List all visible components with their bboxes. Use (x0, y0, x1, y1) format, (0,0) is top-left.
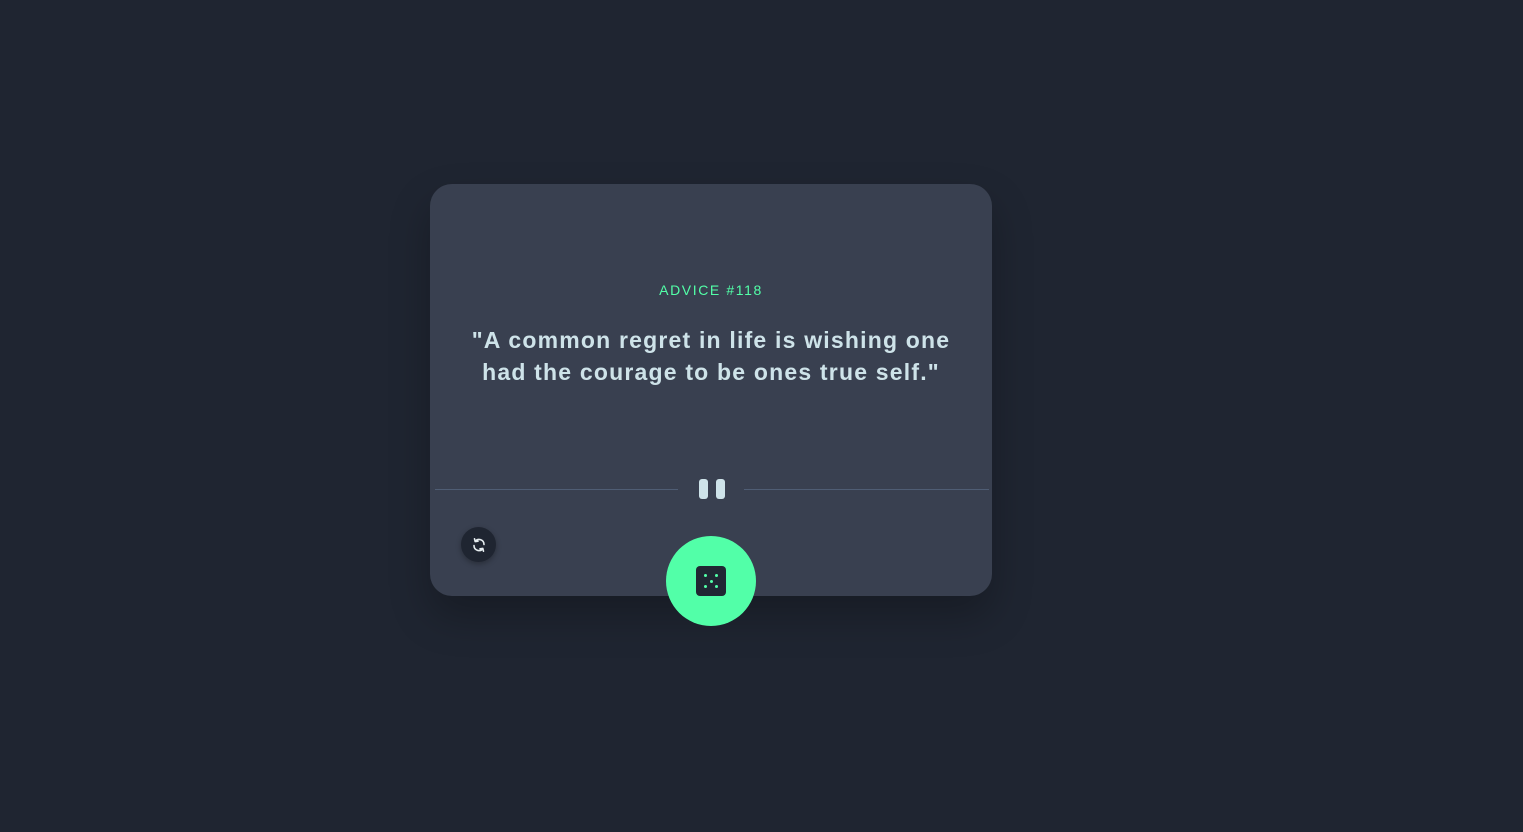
advice-quote: "A common regret in life is wishing one … (471, 327, 951, 385)
pattern-divider (435, 472, 989, 506)
divider-line-right (744, 489, 989, 490)
dice-icon (696, 566, 726, 596)
refresh-button[interactable] (461, 527, 496, 562)
divider-line-left (435, 489, 678, 490)
advice-card: ADVICE #118 "A common regret in life is … (430, 184, 992, 626)
advice-number: ADVICE #118 (659, 282, 763, 298)
refresh-icon (472, 537, 485, 552)
dice-button[interactable] (666, 536, 756, 626)
pause-icon (699, 479, 727, 499)
